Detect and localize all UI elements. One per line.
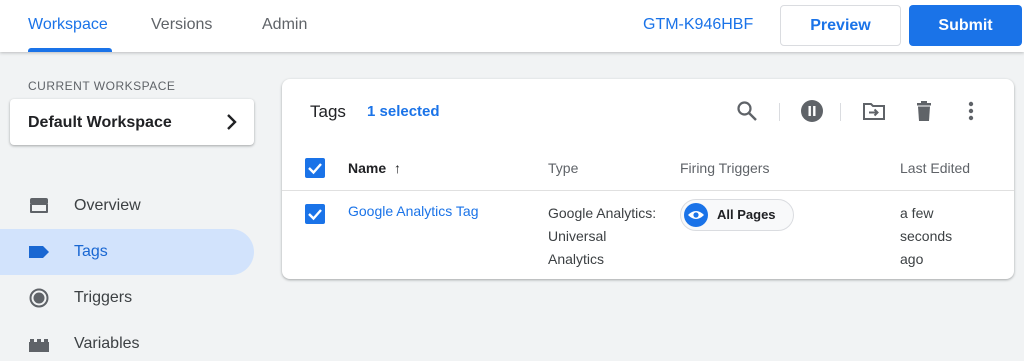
sidebar-item-triggers[interactable]: Triggers (0, 275, 254, 321)
top-bar: Workspace Versions Admin GTM-K946HBF Pre… (0, 0, 1024, 52)
tag-type-line: Google Analytics: (548, 205, 657, 221)
tag-type-line: Analytics (548, 251, 605, 267)
check-icon (308, 163, 322, 175)
search-icon[interactable] (735, 99, 759, 123)
eye-icon (688, 211, 704, 219)
variables-icon (29, 339, 49, 352)
trigger-chip[interactable]: All Pages (680, 199, 794, 231)
sidebar-item-variables[interactable]: Variables (0, 321, 254, 361)
trigger-icon (29, 288, 49, 308)
more-vert-icon[interactable] (959, 99, 983, 123)
select-all-checkbox[interactable] (305, 158, 325, 178)
column-header-firing-triggers[interactable]: Firing Triggers (680, 160, 769, 176)
last-edited-line: a few (900, 205, 934, 221)
move-to-folder-icon[interactable] (862, 99, 886, 123)
sidebar-item-label: Tags (74, 243, 108, 260)
tab-admin[interactable]: Admin (262, 16, 307, 34)
selection-count: 1 selected (367, 103, 440, 120)
tags-table-card: Tags 1 selected Name ↑ Type Firing Trigg… (282, 79, 1014, 279)
toolbar-divider (840, 103, 841, 121)
last-edited-line: seconds (900, 228, 953, 244)
chevron-right-icon (227, 114, 237, 130)
sidebar-item-overview[interactable]: Overview (0, 183, 254, 229)
submit-button[interactable]: Submit (909, 5, 1022, 46)
tag-type-line: Universal (548, 228, 607, 244)
toolbar-divider (779, 103, 780, 121)
container-id-link[interactable]: GTM-K946HBF (643, 16, 753, 34)
sidebar-item-tags[interactable]: Tags (0, 229, 254, 275)
check-icon (308, 209, 322, 221)
current-workspace-label: CURRENT WORKSPACE (28, 79, 176, 93)
tag-icon (29, 246, 49, 258)
overview-icon (30, 198, 48, 213)
tag-name-link[interactable]: Google Analytics Tag (348, 203, 479, 219)
tag-type: Google Analytics: Universal Analytics (548, 202, 656, 271)
column-header-name-label: Name (348, 160, 387, 176)
delete-icon[interactable] (912, 99, 936, 123)
column-header-type[interactable]: Type (548, 160, 578, 176)
page-title: Tags (310, 102, 346, 121)
row-checkbox[interactable] (305, 204, 325, 224)
tab-workspace[interactable]: Workspace (28, 16, 108, 34)
active-tab-indicator (28, 48, 112, 52)
workspace-selector[interactable]: Default Workspace (10, 99, 254, 145)
column-header-name[interactable]: Name ↑ (348, 160, 401, 176)
sidebar-item-label: Variables (74, 335, 140, 352)
tab-versions[interactable]: Versions (151, 16, 212, 34)
header-divider (282, 190, 1014, 191)
workspace-name: Default Workspace (28, 114, 172, 131)
chip-icon-circle (684, 203, 708, 227)
last-edited-line: ago (900, 251, 924, 267)
pause-icon[interactable] (800, 99, 824, 123)
sidebar-item-label: Triggers (74, 289, 133, 306)
sidebar-item-label: Overview (74, 197, 141, 214)
column-header-last-edited[interactable]: Last Edited (900, 160, 970, 176)
sort-arrow-icon: ↑ (394, 160, 402, 176)
last-edited: a few seconds ago (900, 202, 952, 271)
trigger-chip-label: All Pages (717, 207, 776, 222)
preview-button[interactable]: Preview (780, 5, 901, 46)
